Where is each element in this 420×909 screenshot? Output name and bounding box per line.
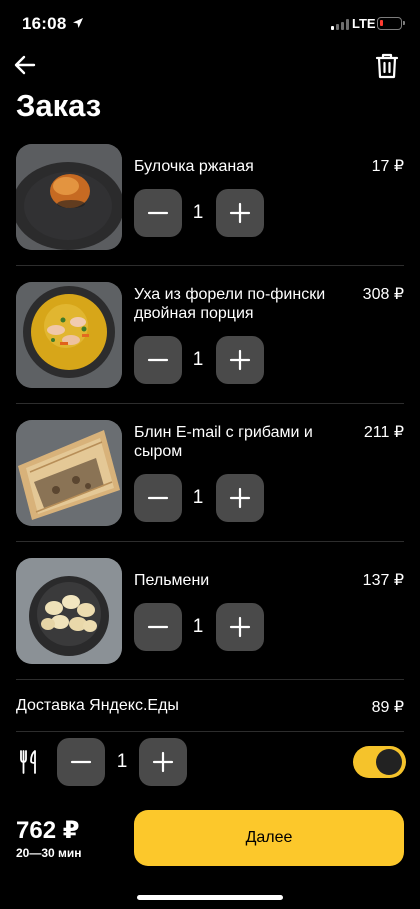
cutlery-toggle[interactable] — [353, 746, 406, 778]
plus-icon — [229, 349, 251, 371]
item-quantity: 1 — [192, 616, 204, 637]
cutlery-decrease-button[interactable] — [57, 738, 105, 786]
item-name: Пельмени — [134, 572, 210, 589]
divider — [16, 265, 404, 266]
status-bar: 16:08 LTE — [0, 0, 420, 50]
location-arrow-icon — [73, 18, 83, 28]
item-quantity: 1 — [192, 349, 204, 370]
plus-icon — [229, 616, 251, 638]
status-time: 16:08 — [22, 14, 67, 33]
plus-icon — [152, 751, 174, 773]
minus-icon — [147, 625, 169, 629]
next-button[interactable]: Далее — [134, 810, 404, 866]
item-name: Блин E-mail с грибами и сыром — [134, 424, 313, 460]
home-indicator[interactable] — [137, 895, 283, 900]
increase-button[interactable] — [216, 336, 264, 384]
minus-icon — [70, 760, 92, 764]
order-total: 762 ₽ — [16, 817, 80, 844]
item-price: 211 ₽ — [363, 424, 404, 441]
item-quantity: 1 — [192, 487, 204, 508]
signal-icon — [331, 19, 349, 30]
item-price: 17 ₽ — [371, 158, 404, 175]
decrease-button[interactable] — [134, 603, 182, 651]
battery-icon — [377, 17, 405, 30]
item-photo-bun — [16, 144, 122, 250]
delivery-eta: 20—30 мин — [16, 846, 82, 860]
item-photo-soup — [16, 282, 122, 388]
arrow-left-icon[interactable] — [12, 52, 38, 78]
minus-icon — [147, 358, 169, 362]
minus-icon — [147, 496, 169, 500]
divider — [16, 403, 404, 404]
network-label: LTE — [352, 16, 376, 31]
divider — [16, 731, 404, 732]
decrease-button[interactable] — [134, 474, 182, 522]
delivery-label: Доставка Яндекс.Еды — [16, 697, 179, 714]
next-button-label: Далее — [245, 829, 293, 846]
item-quantity: 1 — [192, 202, 204, 223]
divider — [16, 541, 404, 542]
minus-icon — [147, 211, 169, 215]
item-photo-crepe — [16, 420, 122, 526]
plus-icon — [229, 487, 251, 509]
item-name: Булочка ржаная — [134, 158, 254, 175]
cutlery-quantity: 1 — [116, 751, 128, 772]
item-name: Уха из форели по-фински двойная порция — [134, 286, 326, 322]
increase-button[interactable] — [216, 189, 264, 237]
decrease-button[interactable] — [134, 189, 182, 237]
item-price: 137 ₽ — [362, 572, 404, 589]
item-photo-dumplings — [16, 558, 122, 664]
cutlery-icon — [20, 750, 36, 774]
page-title: Заказ — [16, 88, 102, 123]
delivery-price: 89 ₽ — [371, 699, 404, 716]
divider — [16, 679, 404, 680]
item-price: 308 ₽ — [362, 286, 404, 303]
increase-button[interactable] — [216, 474, 264, 522]
plus-icon — [229, 202, 251, 224]
decrease-button[interactable] — [134, 336, 182, 384]
cutlery-increase-button[interactable] — [139, 738, 187, 786]
toggle-knob — [376, 749, 402, 775]
increase-button[interactable] — [216, 603, 264, 651]
trash-icon[interactable] — [374, 52, 400, 80]
